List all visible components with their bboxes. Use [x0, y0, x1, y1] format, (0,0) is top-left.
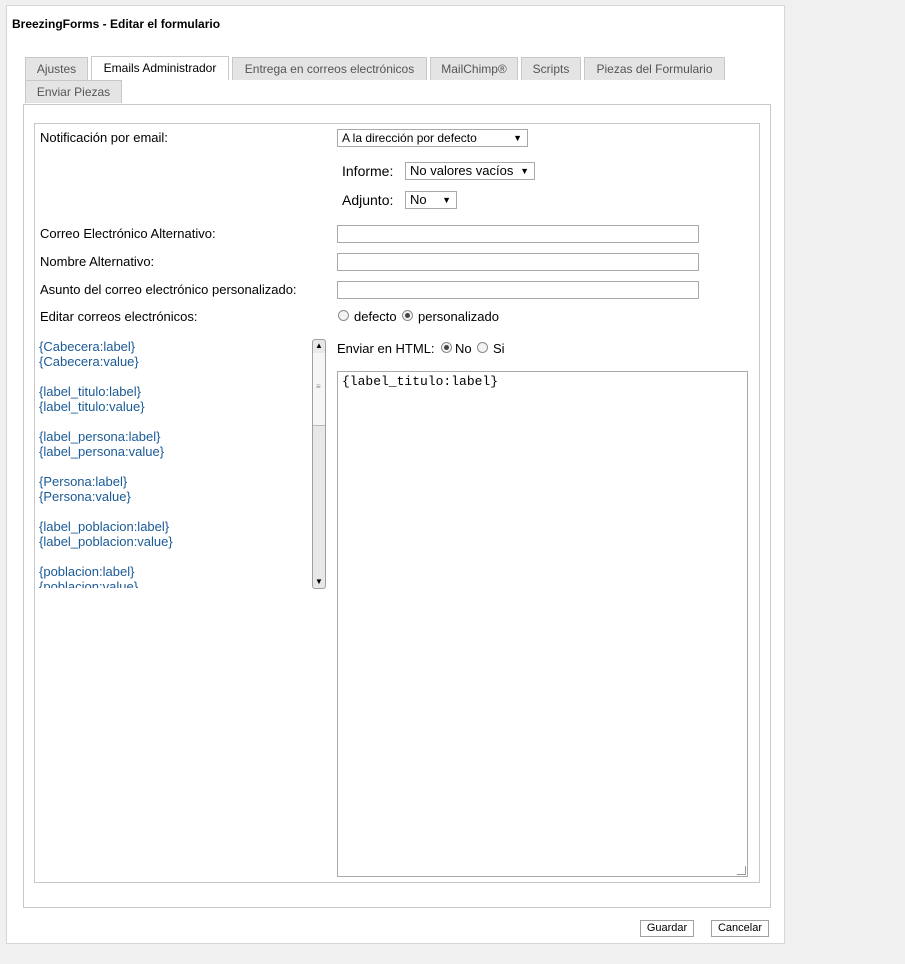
- correo-alternativo-label: Correo Electrónico Alternativo:: [40, 226, 216, 241]
- notificacion-select-value: A la dirección por defecto: [342, 131, 477, 145]
- list-item[interactable]: {Persona:label}: [39, 474, 311, 489]
- informe-label: Informe:: [342, 163, 394, 179]
- radio-html-si-label: Si: [493, 341, 505, 356]
- placeholder-field-list: {Cabecera:label} {Cabecera:value} {label…: [39, 338, 311, 588]
- asunto-label: Asunto del correo electrónico personaliz…: [40, 282, 297, 297]
- chevron-down-icon: ▼: [520, 166, 529, 176]
- tab-enviar-piezas[interactable]: Enviar Piezas: [25, 80, 122, 103]
- list-item[interactable]: {poblacion:label}: [39, 564, 311, 579]
- radio-defecto-label: defecto: [354, 309, 397, 324]
- radio-html-si[interactable]: [477, 342, 488, 353]
- informe-select-value: No valores vacíos: [410, 163, 514, 178]
- informe-select[interactable]: No valores vacíos ▼: [405, 162, 535, 180]
- asunto-input[interactable]: [337, 281, 699, 299]
- editar-correos-label: Editar correos electrónicos:: [40, 309, 198, 324]
- list-item[interactable]: {poblacion:value}: [39, 579, 311, 588]
- list-item[interactable]: {Cabecera:label}: [39, 339, 311, 354]
- list-item[interactable]: {label_persona:value}: [39, 444, 311, 459]
- tab-emails-administrador[interactable]: Emails Administrador: [91, 56, 229, 80]
- grip-icon: ≡: [316, 382, 321, 391]
- adjunto-select[interactable]: No ▼: [405, 191, 457, 209]
- save-button[interactable]: Guardar: [640, 920, 694, 937]
- radio-personalizado-label: personalizado: [418, 309, 499, 324]
- radio-personalizado[interactable]: [402, 310, 413, 321]
- radio-html-no-label: No: [455, 341, 472, 356]
- list-item[interactable]: {label_titulo:value}: [39, 399, 311, 414]
- list-item[interactable]: {Cabecera:value}: [39, 354, 311, 369]
- chevron-down-icon: ▼: [442, 195, 451, 205]
- radio-html-no[interactable]: [441, 342, 452, 353]
- settings-frame: Notificación por email: A la dirección p…: [34, 123, 760, 883]
- resize-handle-icon[interactable]: [737, 866, 746, 875]
- scroll-down-icon[interactable]: ▼: [313, 576, 325, 588]
- tab-ajustes[interactable]: Ajustes: [25, 57, 88, 80]
- list-item[interactable]: {label_poblacion:label}: [39, 519, 311, 534]
- email-template-editor[interactable]: {label_titulo:label}: [337, 371, 748, 877]
- notificacion-select[interactable]: A la dirección por defecto ▼: [337, 129, 528, 147]
- notificacion-label: Notificación por email:: [40, 130, 168, 145]
- tab-scripts[interactable]: Scripts: [521, 57, 581, 80]
- editor-window: BreezingForms - Editar el formulario Aju…: [6, 5, 785, 944]
- correo-alternativo-input[interactable]: [337, 225, 699, 243]
- tab-entrega-correos[interactable]: Entrega en correos electrónicos: [232, 57, 427, 80]
- nombre-alternativo-label: Nombre Alternativo:: [40, 254, 155, 269]
- tab-panel: Notificación por email: A la dirección p…: [23, 104, 771, 908]
- nombre-alternativo-input[interactable]: [337, 253, 699, 271]
- editor-content: {label_titulo:label}: [342, 374, 499, 389]
- adjunto-select-value: No: [410, 192, 427, 207]
- list-item[interactable]: {label_poblacion:value}: [39, 534, 311, 549]
- list-item[interactable]: {label_titulo:label}: [39, 384, 311, 399]
- chevron-down-icon: ▼: [513, 133, 522, 143]
- radio-defecto[interactable]: [338, 310, 349, 321]
- scroll-up-icon[interactable]: ▲: [313, 340, 325, 352]
- cancel-button[interactable]: Cancelar: [711, 920, 769, 937]
- enviar-html-label: Enviar en HTML:: [337, 341, 435, 356]
- tab-piezas-formulario[interactable]: Piezas del Formulario: [584, 57, 725, 80]
- field-list-scrollbar[interactable]: ▲ ≡ ▼: [312, 339, 326, 589]
- adjunto-label: Adjunto:: [342, 192, 394, 208]
- tab-mailchimp[interactable]: MailChimp®: [430, 57, 518, 80]
- list-item[interactable]: {Persona:value}: [39, 489, 311, 504]
- window-title: BreezingForms - Editar el formulario: [12, 17, 221, 31]
- list-item[interactable]: {label_persona:label}: [39, 429, 311, 444]
